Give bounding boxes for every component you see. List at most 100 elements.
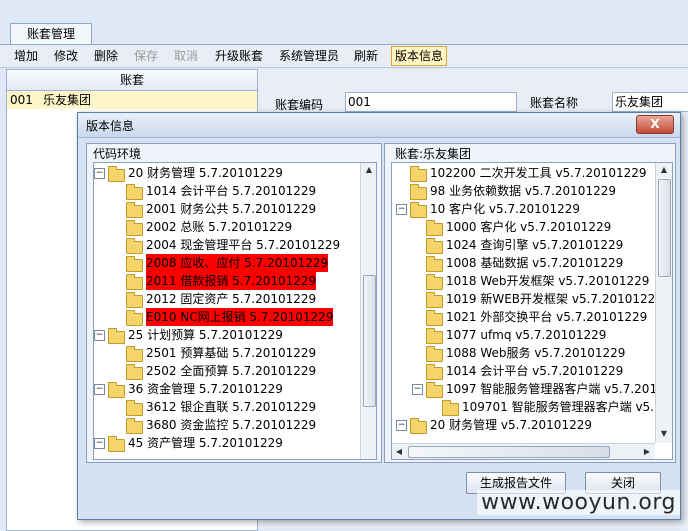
tree-node-label[interactable]: 3612 银企直联 5.7.20101229 (146, 398, 316, 416)
folder-icon (410, 166, 427, 182)
folder-icon (426, 328, 443, 344)
folder-icon (410, 184, 427, 200)
folder-icon (126, 292, 143, 308)
tree-node-label[interactable]: 2011 借款报销 5.7.20101229 (146, 272, 317, 290)
tree-node-label[interactable]: 2502 全面预算 5.7.20101229 (146, 362, 316, 380)
tree-node-label[interactable]: 98 业务依赖数据 v5.7.20101229 (430, 182, 616, 200)
tree-node-label[interactable]: 2012 固定资产 5.7.20101229 (146, 290, 316, 308)
folder-icon (410, 418, 427, 434)
folder-icon (426, 256, 443, 272)
dialog-title-bar: 版本信息 X (78, 113, 680, 138)
tree-node-label[interactable]: E010 NC网上报销 5.7.20101229 (146, 308, 334, 326)
tree-toggle-icon[interactable]: − (412, 384, 423, 395)
toolbar-button[interactable]: 保存 (134, 47, 158, 65)
folder-icon (126, 400, 143, 416)
folder-icon (426, 346, 443, 362)
code-env-tree: − 20 财务管理 5.7.20101229 1014 会计平台 5.7.20101… (93, 162, 377, 460)
tree-toggle-icon[interactable]: − (94, 384, 105, 395)
tree-node-label[interactable]: 1021 外部交换平台 v5.7.20101229 (446, 308, 647, 326)
right-hscroll-thumb[interactable] (408, 446, 610, 458)
tree-node-label[interactable]: 1024 查询引擎 v5.7.20101229 (446, 236, 623, 254)
folder-icon (126, 256, 143, 272)
right-tree-hscrollbar[interactable]: ◀ ▶ (392, 443, 655, 459)
dialog-title: 版本信息 (86, 119, 135, 133)
tree-node-label[interactable]: 1019 新WEB开发框架 v5.7.20101229 (446, 290, 663, 308)
tree-node-label[interactable]: 109701 智能服务管理器客户端 v5.7.2 (462, 398, 672, 416)
tree-node-label[interactable]: 2001 财务公共 5.7.20101229 (146, 200, 316, 218)
folder-icon (126, 220, 143, 236)
tree-node-label[interactable]: 25 计划预算 5.7.20101229 (128, 326, 283, 344)
code-env-pane: 代码环境 − 20 财务管理 5.7.20101229 1014 会计平台 5.7.… (86, 143, 382, 463)
tree-node-label[interactable]: 45 资产管理 5.7.20101229 (128, 434, 283, 452)
scroll-left-icon[interactable]: ◀ (392, 445, 406, 459)
right-tree-scrollbar[interactable]: ▲ ▼ (655, 163, 672, 443)
account-pane-title: 账套:乐友集团 (395, 147, 472, 161)
account-pane: 账套:乐友集团 102200 二次开发工具 v5.7.20101229 98 业务… (384, 143, 676, 463)
scroll-down-icon[interactable]: ▼ (657, 427, 671, 441)
code-env-title: 代码环境 (93, 147, 142, 161)
folder-icon (426, 382, 443, 398)
account-tree: 102200 二次开发工具 v5.7.20101229 98 业务依赖数据 v5.… (391, 162, 673, 460)
folder-icon (108, 166, 125, 182)
scroll-up-icon[interactable]: ▲ (657, 163, 671, 177)
toolbar-button[interactable]: 取消 (174, 47, 198, 65)
right-scroll-thumb[interactable] (658, 179, 671, 277)
toolbar-button[interactable]: 刷新 (354, 47, 378, 65)
account-row[interactable]: 001 乐友集团 (7, 91, 257, 109)
folder-icon (442, 400, 459, 416)
tree-node-label[interactable]: 3680 资金监控 5.7.20101229 (146, 416, 316, 434)
toolbar-button[interactable]: 升级账套 (215, 47, 263, 65)
account-name-label: 账套名称 (530, 96, 579, 110)
tree-node-label[interactable]: 2004 现金管理平台 5.7.20101229 (146, 236, 340, 254)
tree-node-label[interactable]: 1088 Web服务 v5.7.20101229 (446, 344, 625, 362)
watermark: www.wooyun.org (477, 490, 680, 515)
scroll-right-icon[interactable]: ▶ (640, 445, 654, 459)
tree-toggle-icon[interactable]: − (94, 330, 105, 341)
folder-icon (426, 238, 443, 254)
folder-icon (126, 202, 143, 218)
tree-node-label[interactable]: 1014 会计平台 5.7.20101229 (146, 182, 316, 200)
tab-account-management[interactable]: 账套管理 (10, 23, 92, 45)
tree-node-label[interactable]: 20 财务管理 v5.7.20101229 (430, 416, 592, 434)
close-icon: X (650, 117, 660, 131)
left-tree-scrollbar[interactable]: ▲ (360, 163, 376, 459)
tree-toggle-icon[interactable]: − (396, 420, 407, 431)
scroll-up-icon[interactable]: ▲ (362, 163, 376, 177)
folder-icon (126, 184, 143, 200)
tree-node-label[interactable]: 20 财务管理 5.7.20101229 (128, 164, 283, 182)
toolbar-button[interactable]: 系统管理员 (279, 47, 339, 65)
tree-node-label[interactable]: 1097 智能服务管理器客户端 v5.7.20121 (446, 380, 672, 398)
account-name-field[interactable]: 乐友集团 (612, 92, 688, 112)
folder-icon (126, 364, 143, 380)
tree-node-label[interactable]: 1014 会计平台 v5.7.20101229 (446, 362, 623, 380)
folder-icon (426, 292, 443, 308)
tree-node-label[interactable]: 1077 ufmq v5.7.20101229 (446, 326, 606, 344)
toolbar-button[interactable]: 删除 (94, 47, 118, 65)
dialog-close-button[interactable]: X (636, 115, 674, 134)
folder-icon (426, 220, 443, 236)
folder-icon (410, 202, 427, 218)
tree-node-label[interactable]: 1000 客户化 v5.7.20101229 (446, 218, 611, 236)
toolbar-button[interactable]: 修改 (54, 47, 78, 65)
tree-node-label[interactable]: 2002 总账 5.7.20101229 (146, 218, 292, 236)
tree-toggle-icon[interactable]: − (396, 204, 407, 215)
toolbar-button[interactable]: 版本信息 (391, 46, 448, 66)
account-name: 乐友集团 (43, 93, 92, 107)
tree-node-label[interactable]: 1008 基础数据 v5.7.20101229 (446, 254, 623, 272)
folder-icon (108, 382, 125, 398)
tree-node-label[interactable]: 36 资金管理 5.7.20101229 (128, 380, 283, 398)
tree-toggle-icon[interactable]: − (94, 168, 105, 179)
account-code-field[interactable]: 001 (345, 92, 517, 112)
tree-toggle-icon[interactable]: − (94, 438, 105, 449)
left-scroll-thumb[interactable] (363, 275, 376, 407)
folder-icon (126, 418, 143, 434)
tree-node-label[interactable]: 1018 Web开发框架 v5.7.20101229 (446, 272, 649, 290)
toolbar-button[interactable]: 增加 (14, 47, 38, 65)
tree-node-label[interactable]: 2501 预算基础 5.7.20101229 (146, 344, 316, 362)
tree-node-label[interactable]: 2008 应收、应付 5.7.20101229 (146, 254, 329, 272)
tree-node-label[interactable]: 10 客户化 v5.7.20101229 (430, 200, 580, 218)
tree-node-label[interactable]: 102200 二次开发工具 v5.7.20101229 (430, 164, 647, 182)
account-code: 001 (10, 93, 33, 107)
folder-icon (108, 436, 125, 452)
folder-icon (426, 310, 443, 326)
